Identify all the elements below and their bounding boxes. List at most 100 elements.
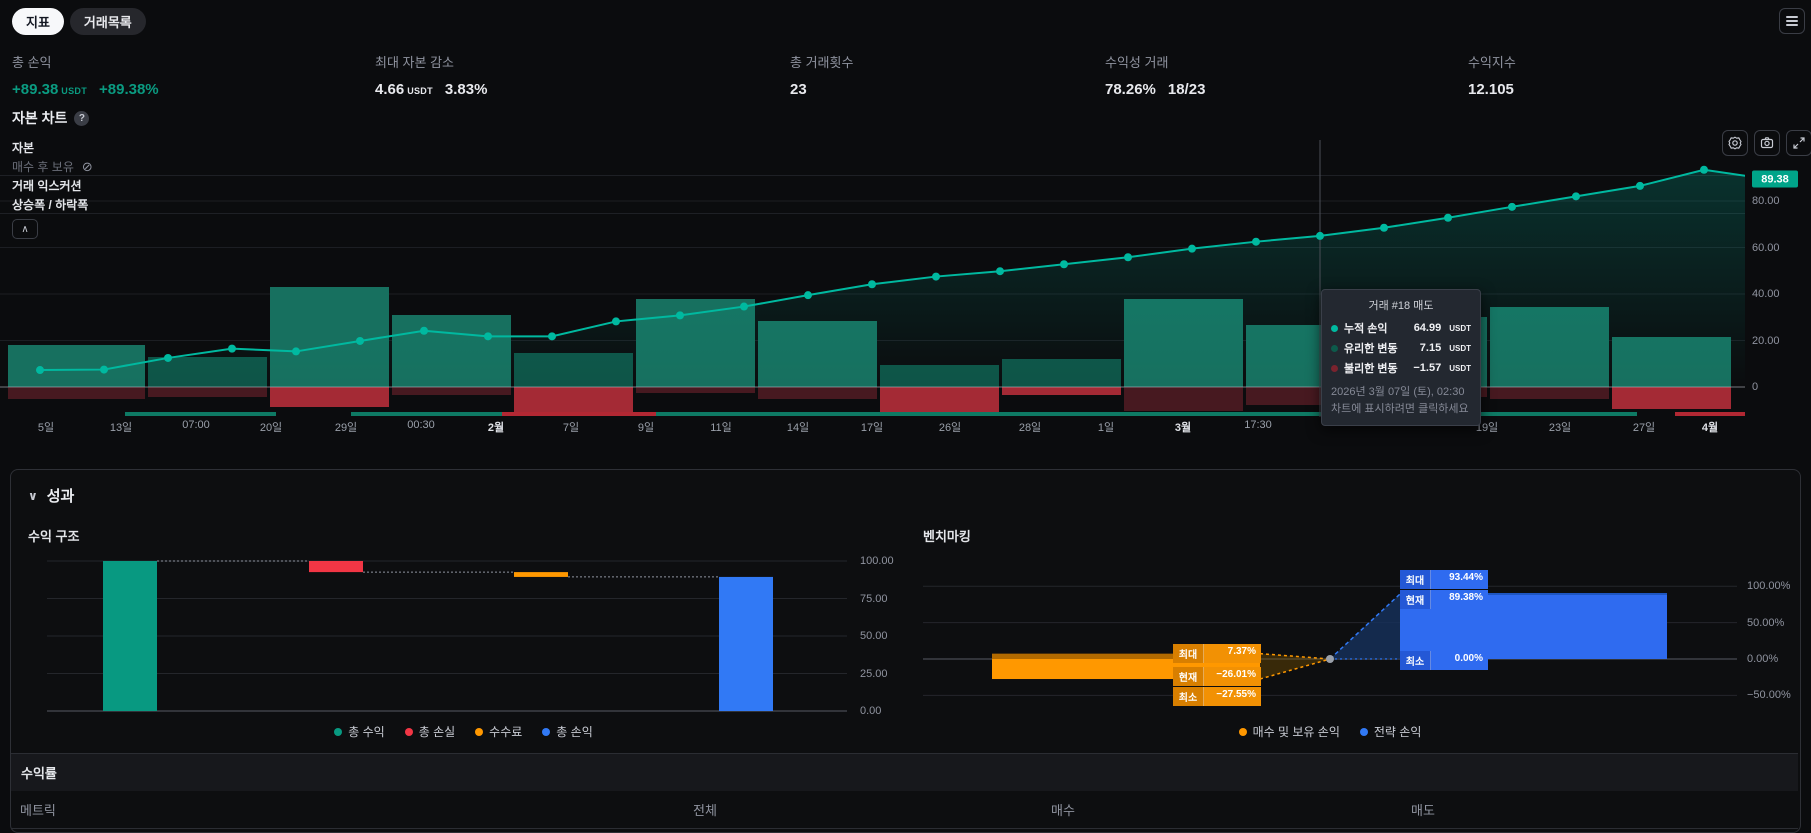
equity-dot — [996, 267, 1004, 276]
performance-header[interactable]: ∨ 성과 — [28, 485, 74, 506]
legend-row[interactable]: 거래 익스커션 — [12, 176, 93, 195]
equity-chart-title: 자본 차트 ? — [12, 108, 90, 128]
y-tick: 100.00% — [1747, 580, 1791, 593]
series-dot-icon — [1331, 344, 1338, 352]
col-header-long: 매수 — [1051, 803, 1075, 818]
benchmark-legend: 매수 및 보유 손익 전략 손익 — [923, 723, 1737, 740]
equity-dot — [868, 280, 876, 289]
y-tick: 40.00 — [1752, 288, 1780, 300]
equity-dot — [1636, 181, 1644, 190]
excursion-bar-down — [880, 387, 999, 415]
y-tick: 80.00 — [1752, 195, 1780, 207]
stat-block: 최대 자본 감소 4.66 USDT 3.83% — [375, 52, 487, 98]
tooltip-date: 2026년 3월 07일 (토), 02:30 차트에 표시하려면 클릭하세요 — [1331, 386, 1469, 415]
stat-value: +89.38 USDT +89.38% — [12, 81, 159, 98]
y-tick: 50.00% — [1747, 616, 1785, 629]
stat-value: 78.26% 18/23 — [1105, 81, 1206, 98]
trade-duration-strip — [351, 412, 502, 416]
x-tick: 20일 — [259, 422, 283, 434]
benchmark-chart[interactable] — [923, 545, 1737, 730]
returns-section-header: 수익률 — [11, 753, 1798, 791]
legend-item: 전략 손익 — [1359, 723, 1421, 740]
excursion-bar-down — [1002, 387, 1121, 395]
camera-icon[interactable] — [1754, 130, 1780, 156]
trade-duration-strip — [125, 412, 276, 416]
equity-dot — [548, 332, 556, 341]
equity-dot — [1316, 231, 1324, 240]
waterfall-title: 수익 구조 — [28, 529, 80, 544]
excursion-bar-down — [1490, 387, 1609, 399]
legend-item: 총 손실 — [404, 723, 455, 740]
returns-title: 수익률 — [21, 766, 57, 781]
legend-item: 수수료 — [475, 723, 522, 740]
x-tick: 2월 — [487, 422, 505, 434]
legend-item: 총 손익 — [542, 723, 593, 740]
equity-dot — [164, 353, 172, 362]
series-dot-icon — [1331, 324, 1338, 332]
equity-dot — [100, 365, 108, 374]
table-divider — [11, 828, 1798, 829]
excursion-bar-down — [514, 387, 633, 412]
y-tick: 20.00 — [1752, 334, 1780, 347]
col-header-metric: 메트릭 — [20, 803, 56, 818]
col-header-all: 전체 — [693, 803, 717, 818]
equity-dot — [804, 291, 812, 300]
equity-dot — [932, 272, 940, 281]
y-tick: 50.00 — [860, 630, 888, 642]
y-tick: 75.00 — [860, 592, 888, 605]
legend-dot-icon — [1359, 727, 1368, 736]
chevron-down-icon[interactable]: ∨ — [28, 489, 38, 503]
tab-indicators[interactable]: 지표 — [12, 8, 64, 35]
x-tick: 3월 — [1174, 422, 1192, 434]
legend-dot-icon — [334, 727, 343, 736]
equity-chart-canvas[interactable] — [0, 135, 1745, 435]
x-tick: 1일 — [1097, 422, 1115, 434]
stat-value: 4.66 USDT 3.83% — [375, 81, 488, 98]
x-tick: 4월 — [1701, 422, 1719, 434]
waterfall-chart[interactable] — [27, 545, 900, 730]
equity-dot — [484, 332, 492, 341]
x-tick: 11일 — [710, 422, 732, 434]
legend-row[interactable]: 상승폭 / 하락폭 — [12, 195, 93, 214]
equity-dot — [228, 344, 236, 353]
x-tick: 27일 — [1632, 422, 1656, 434]
x-tick: 7일 — [562, 422, 580, 434]
tooltip-hint: 차트에 표시하려면 클릭하세요 — [1331, 402, 1469, 415]
x-tick: 28일 — [1018, 422, 1042, 434]
series-dot-icon — [1331, 364, 1338, 372]
trade-duration-strip — [502, 412, 656, 416]
equity-dot — [356, 336, 364, 345]
x-tick: 17일 — [860, 422, 884, 434]
help-icon[interactable]: ? — [74, 110, 90, 126]
equity-dot — [292, 347, 300, 356]
excursion-bar-down — [148, 387, 267, 397]
benchmark-title: 벤치마킹 — [923, 529, 971, 544]
tooltip-row: 누적 손익 64.99 USDT — [1331, 320, 1471, 336]
equity-chart-title-text: 자본 차트 — [12, 110, 68, 126]
waterfall-bar — [719, 576, 773, 711]
stat-label: 총 거래횟수 — [790, 55, 854, 70]
excursion-bar-down — [270, 387, 389, 407]
equity-dot — [1700, 165, 1708, 174]
tooltip-title: 거래 #18 매도 — [1368, 300, 1434, 312]
eye-off-icon[interactable]: ⊘ — [82, 159, 93, 175]
equity-dot — [740, 302, 748, 311]
fullscreen-icon[interactable] — [1786, 130, 1811, 156]
legend-row[interactable]: 매수 후 보유 ⊘ — [12, 157, 93, 176]
legend-dot-icon — [404, 727, 413, 736]
excursion-bar-down — [1612, 387, 1731, 409]
y-tick: 25.00 — [860, 667, 888, 680]
equity-last-value-badge: 89.38 — [1752, 170, 1798, 188]
legend-row[interactable]: 자본 — [12, 138, 93, 157]
tooltip-row: 유리한 변동 7.15 USDT — [1331, 340, 1471, 356]
excursion-bar-down — [758, 387, 877, 399]
y-tick: 0.00% — [1747, 653, 1779, 665]
menu-icon[interactable] — [1779, 8, 1805, 34]
x-tick: 9일 — [637, 422, 655, 434]
stat-value: 23 — [790, 81, 807, 98]
stat-block: 총 손익 +89.38 USDT +89.38% — [12, 52, 159, 98]
benchmark-buyhold-cur-badge: 현재 −26.01% — [1173, 667, 1261, 686]
tab-trade-list[interactable]: 거래목록 — [69, 8, 146, 35]
equity-dot — [36, 366, 44, 375]
waterfall-bar — [309, 561, 363, 573]
